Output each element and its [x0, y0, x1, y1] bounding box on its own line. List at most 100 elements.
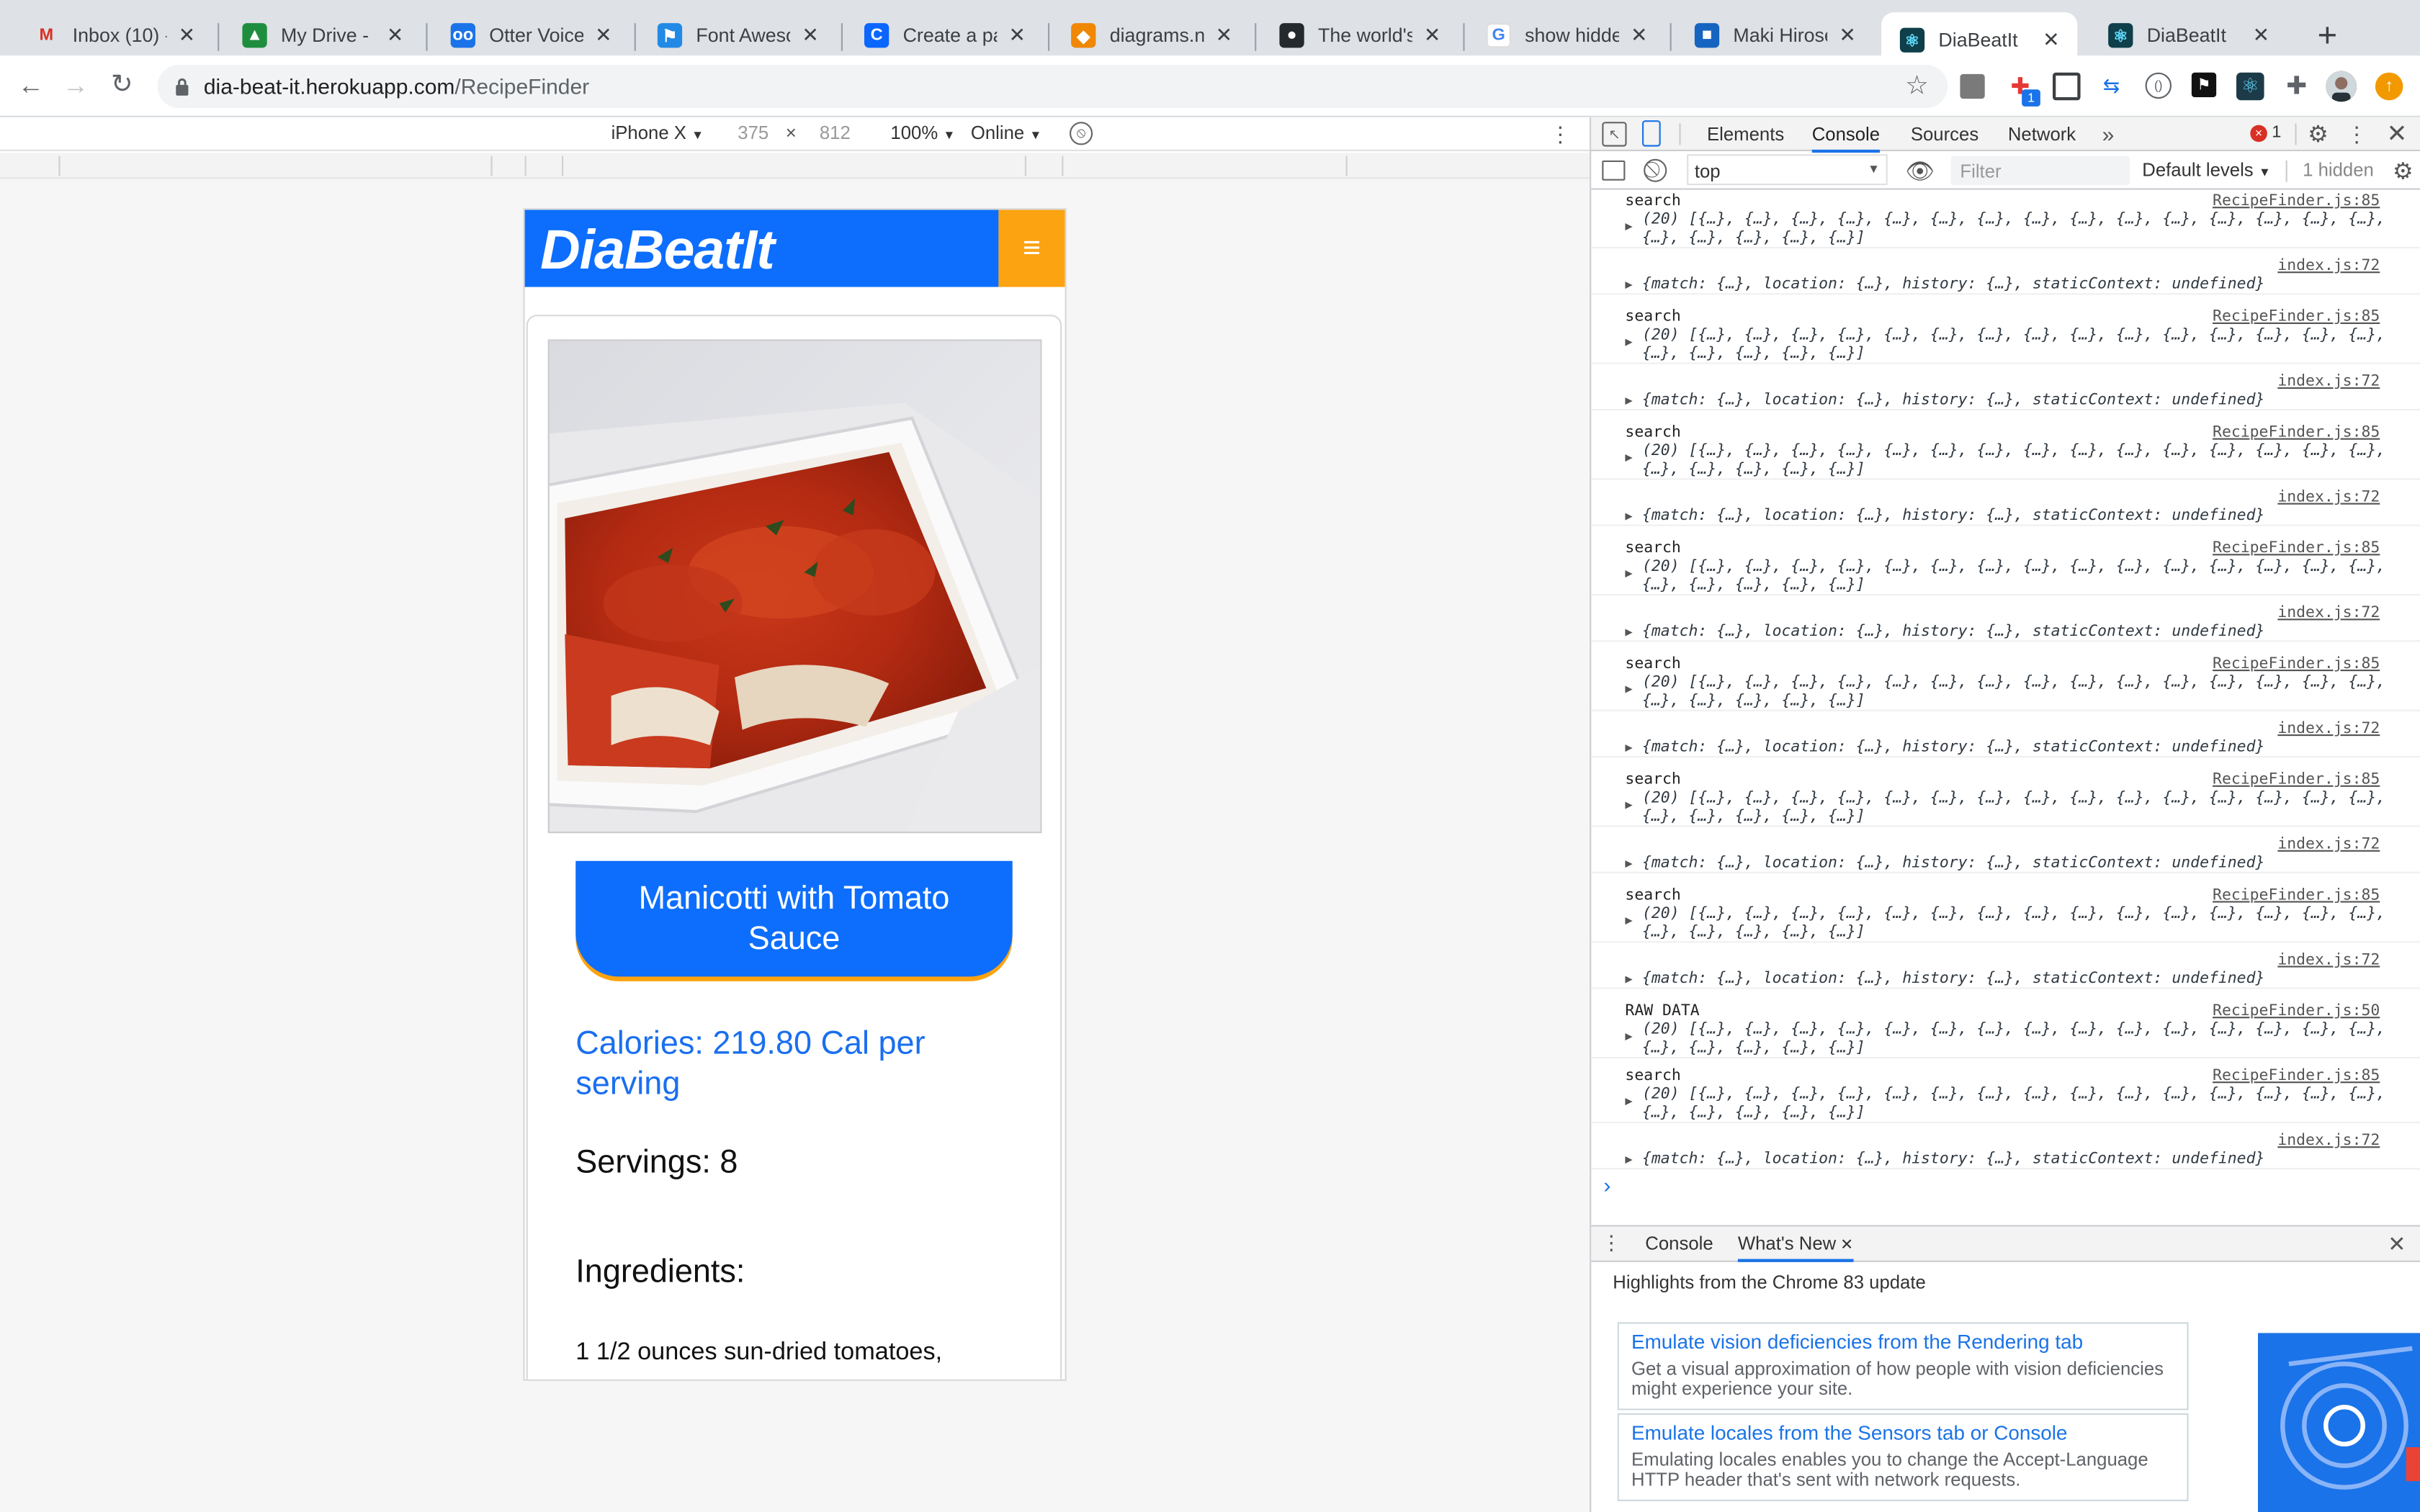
console-message[interactable]: search RecipeFinder.js:85 ▶ (20) [{…}, {…},… [1591, 1066, 2420, 1123]
update-available-icon[interactable]: ↑ [2375, 72, 2403, 101]
source-link[interactable]: RecipeFinder.js:85 [2213, 540, 2380, 557]
console-message[interactable]: index.js:72 ▶ {match: {…}, location: {…}, … [1591, 834, 2420, 873]
browser-tab[interactable]: C Create a palet ✕ [846, 12, 1043, 58]
source-link[interactable]: index.js:72 [2277, 374, 2380, 391]
close-tab-icon[interactable]: ✕ [1213, 23, 1234, 48]
source-link[interactable]: RecipeFinder.js:85 [2213, 193, 2380, 210]
close-tab-icon[interactable]: ✕ [1837, 23, 1858, 48]
expand-triangle-icon[interactable]: ▶ [1625, 278, 1632, 292]
console-prompt[interactable]: › [1603, 1173, 1610, 1197]
source-link[interactable]: index.js:72 [2277, 836, 2380, 853]
card-title[interactable]: Emulate locales from the Sensors tab or … [1631, 1421, 2174, 1444]
filter-input[interactable]: Filter [1950, 156, 2130, 186]
device-select[interactable]: iPhone X ▼ [611, 122, 704, 143]
circle-extension-icon[interactable]: () [2145, 72, 2172, 99]
expand-triangle-icon[interactable]: ▶ [1625, 914, 1632, 927]
expand-triangle-icon[interactable]: ▶ [1625, 393, 1632, 407]
more-tabs-icon[interactable]: » [2102, 117, 2115, 151]
console-message[interactable]: index.js:72 ▶ {match: {…}, location: {…}, … [1591, 719, 2420, 758]
bookmark-star-icon[interactable]: ☆ [1901, 71, 1932, 102]
close-tab-icon[interactable]: ✕ [2040, 28, 2062, 53]
extension-grey-icon[interactable] [1960, 73, 1985, 99]
console-message[interactable]: index.js:72 ▶ {match: {…}, location: {…}, … [1591, 950, 2420, 989]
expand-triangle-icon[interactable]: ▶ [1625, 509, 1632, 523]
whats-new-card[interactable]: Emulate locales from the Sensors tab or … [1617, 1413, 2189, 1501]
devtools-tab-sources[interactable]: Sources [1911, 117, 1978, 151]
expand-triangle-icon[interactable]: ▶ [1625, 625, 1632, 639]
source-link[interactable]: index.js:72 [2277, 489, 2380, 506]
console-message[interactable]: index.js:72 ▶ {match: {…}, location: {…}, … [1591, 1131, 2420, 1170]
log-levels-select[interactable]: Default levels ▼ [2142, 159, 2271, 181]
source-link[interactable]: index.js:72 [2277, 258, 2380, 275]
react-devtools-icon[interactable]: ⚛ [2236, 72, 2264, 101]
brand-logo[interactable]: DiaBeatIt [540, 217, 775, 282]
console-message[interactable]: search RecipeFinder.js:85 ▶ (20) [{…}, {…},… [1591, 770, 2420, 827]
new-tab-icon[interactable]: + [2311, 15, 2344, 54]
source-link[interactable]: RecipeFinder.js:85 [2213, 771, 2380, 788]
expand-triangle-icon[interactable]: ▶ [1625, 1029, 1632, 1043]
close-tab-icon[interactable]: ✕ [1006, 23, 1028, 48]
source-link[interactable]: RecipeFinder.js:85 [2213, 887, 2380, 904]
console-message[interactable]: search RecipeFinder.js:85 ▶ (20) [{…}, {…},… [1591, 654, 2420, 711]
source-link[interactable]: RecipeFinder.js:85 [2213, 1068, 2380, 1085]
expand-triangle-icon[interactable]: ▶ [1625, 798, 1632, 811]
close-tab-icon[interactable]: ✕ [799, 23, 821, 48]
expand-triangle-icon[interactable]: ▶ [1625, 741, 1632, 755]
card-title[interactable]: Emulate vision deficiencies from the Ren… [1631, 1330, 2174, 1353]
drawer-tab[interactable]: What's New ✕ [1737, 1227, 1854, 1262]
expand-triangle-icon[interactable]: ▶ [1625, 1153, 1632, 1166]
expand-triangle-icon[interactable]: ▶ [1625, 1094, 1632, 1107]
inspect-element-icon[interactable]: ↖ [1602, 122, 1627, 147]
expand-triangle-icon[interactable]: ▶ [1625, 451, 1632, 464]
media-query-ruler[interactable] [0, 153, 1590, 179]
context-select[interactable]: top ▼ [1687, 154, 1888, 186]
address-bar[interactable]: dia-beat-it.herokuapp.com/RecipeFinder ☆ [157, 65, 1948, 108]
console-message[interactable]: index.js:72 ▶ {match: {…}, location: {…}, … [1591, 372, 2420, 410]
browser-tab[interactable]: ⚑ Font Awesom ✕ [639, 12, 836, 58]
close-tab-icon[interactable]: ✕ [593, 23, 614, 48]
more-options-icon[interactable]: ⋮ [1549, 120, 1571, 148]
source-link[interactable]: index.js:72 [2277, 952, 2380, 969]
network-throttle-select[interactable]: Online ▼ [971, 122, 1041, 143]
close-tab-icon[interactable]: ✕ [2250, 23, 2272, 48]
browser-tab[interactable]: ⚛ DiaBeatIt ✕ [2089, 12, 2287, 58]
zoom-select[interactable]: 100% ▼ [890, 122, 955, 143]
error-icon[interactable]: × [2250, 125, 2267, 143]
console-message[interactable]: index.js:72 ▶ {match: {…}, location: {…}, … [1591, 256, 2420, 295]
expand-triangle-icon[interactable]: ▶ [1625, 856, 1632, 870]
browser-tab[interactable]: ▲ My Drive - Go ✕ [224, 12, 421, 58]
source-link[interactable]: RecipeFinder.js:85 [2213, 309, 2380, 326]
rotate-icon[interactable]: ⦸ [1070, 122, 1093, 145]
height-input[interactable]: 812 [820, 122, 851, 143]
console-message[interactable]: search RecipeFinder.js:85 ▶ (20) [{…}, {…},… [1591, 886, 2420, 943]
console-settings-icon[interactable]: ⚙ [2389, 158, 2417, 185]
screenshot-capture-icon[interactable] [2053, 72, 2081, 101]
close-devtools-icon[interactable]: ✕ [2383, 120, 2411, 148]
source-link[interactable]: index.js:72 [2277, 605, 2380, 622]
reload-icon[interactable]: ↻ [107, 69, 138, 100]
back-icon[interactable]: ← [15, 71, 46, 102]
close-tab-icon[interactable]: ✕ [1422, 23, 1443, 48]
device-toggle-icon[interactable] [1642, 120, 1661, 147]
browser-tab[interactable]: M Inbox (10) - m ✕ [15, 12, 212, 58]
devtools-tab-network[interactable]: Network [2008, 117, 2076, 151]
expand-triangle-icon[interactable]: ▶ [1625, 219, 1632, 233]
browser-tab[interactable]: oo Otter Voice M ✕ [432, 12, 629, 58]
hamburger-menu-button[interactable]: ≡ [998, 210, 1065, 287]
settings-gear-icon[interactable]: ⚙ [2304, 120, 2332, 148]
arrows-exchange-icon[interactable]: ⇆ [2097, 73, 2125, 101]
profile-avatar[interactable] [2326, 71, 2357, 102]
console-message[interactable]: search RecipeFinder.js:85 ▶ (20) [{…}, {…},… [1591, 192, 2420, 248]
whats-new-video-thumbnail[interactable] [2258, 1333, 2420, 1512]
console-message[interactable]: index.js:72 ▶ {match: {…}, location: {…}, … [1591, 603, 2420, 642]
extensions-puzzle-icon[interactable]: ✚ [2281, 71, 2312, 102]
close-tab-icon[interactable]: ✕ [176, 23, 197, 48]
source-link[interactable]: RecipeFinder.js:50 [2213, 1003, 2380, 1020]
whats-new-card[interactable]: Emulate vision deficiencies from the Ren… [1617, 1322, 2189, 1410]
console-message[interactable]: search RecipeFinder.js:85 ▶ (20) [{…}, {…},… [1591, 539, 2420, 596]
expand-triangle-icon[interactable]: ▶ [1625, 566, 1632, 580]
close-whats-new-icon[interactable]: ✕ [1836, 1238, 1853, 1255]
source-link[interactable]: RecipeFinder.js:85 [2213, 656, 2380, 673]
expand-triangle-icon[interactable]: ▶ [1625, 335, 1632, 348]
close-tab-icon[interactable]: ✕ [1628, 23, 1650, 48]
